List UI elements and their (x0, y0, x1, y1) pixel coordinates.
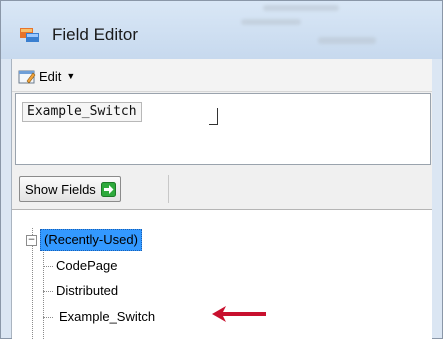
tree-node-codepage[interactable]: CodePage (56, 256, 117, 276)
tree-node-example-switch[interactable]: Example_Switch (59, 307, 155, 327)
blurred-background-text (318, 37, 376, 44)
edit-menu-button[interactable]: Edit ▼ (18, 66, 75, 86)
expression-editor[interactable]: Example_Switch (15, 93, 431, 165)
blurred-background-text (263, 5, 339, 11)
fields-tree[interactable]: − (Recently-Used) CodePage Distributed E… (12, 209, 432, 339)
edit-icon (18, 70, 36, 84)
edit-menu-label: Edit (39, 68, 62, 84)
toolbar: Edit ▼ (12, 59, 432, 92)
tree-connector-line (43, 317, 53, 318)
show-fields-button[interactable]: Show Fields (19, 176, 121, 202)
field-editor-app-icon (20, 28, 39, 42)
tree-node-recently-used[interactable]: (Recently-Used) (40, 229, 142, 251)
red-arrow-left-icon (212, 306, 266, 322)
title-bar[interactable]: Field Editor (1, 1, 442, 59)
green-arrow-right-icon (100, 181, 116, 197)
field-token[interactable]: Example_Switch (22, 102, 142, 122)
collapse-icon[interactable]: − (26, 235, 37, 246)
tree-node-distributed[interactable]: Distributed (56, 281, 118, 301)
window-title: Field Editor (52, 25, 138, 44)
client-area: Edit ▼ Example_Switch Show Fields − (Rec… (11, 59, 432, 339)
chevron-down-icon: ▼ (66, 71, 76, 81)
tree-connector-line (43, 266, 53, 267)
tree-connector-line (43, 291, 53, 292)
tree-connector-line (43, 248, 44, 339)
show-fields-bar: Show Fields (12, 167, 432, 207)
blurred-background-text (241, 19, 301, 25)
field-editor-window: Field Editor Edit ▼ Example_Switch Show … (0, 0, 443, 339)
toolbar-separator (168, 175, 169, 203)
text-cursor-mark (209, 108, 218, 125)
show-fields-label: Show Fields (25, 181, 96, 197)
